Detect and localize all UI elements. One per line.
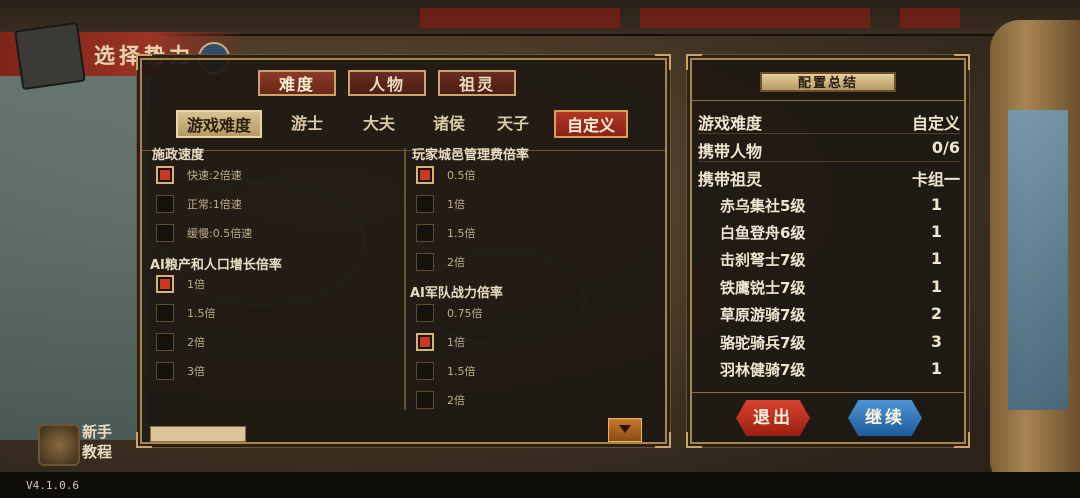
- unit-row: 赤乌集社5级 1: [720, 195, 942, 215]
- unit-row: 铁鹰锐士7级 1: [720, 277, 942, 297]
- checkbox[interactable]: [156, 333, 174, 351]
- subtab-custom[interactable]: 自定义: [554, 110, 628, 138]
- checkbox[interactable]: [156, 362, 174, 380]
- difficulty-subtabs: 游戏难度 游士 大夫 诸侯 天子 自定义: [176, 110, 628, 140]
- unit-row: 白鱼登舟6级 1: [720, 222, 942, 242]
- checkbox-checked[interactable]: [416, 166, 434, 184]
- tutorial-label: 新手 教程: [82, 423, 113, 461]
- checkbox[interactable]: [156, 195, 174, 213]
- scroll-down-icon[interactable]: [608, 418, 642, 442]
- section-ai-growth: AI粮产和人口增长倍率: [150, 258, 282, 273]
- bottom-bar: [0, 472, 1080, 498]
- unit-row: 草原游骑7级 2: [720, 304, 942, 324]
- exit-button[interactable]: 退出: [736, 400, 810, 436]
- checkbox[interactable]: [416, 362, 434, 380]
- map-ocean: [0, 60, 150, 440]
- tab-characters[interactable]: 人物: [348, 70, 426, 96]
- tutorial-icon: [38, 424, 80, 466]
- checkbox-checked[interactable]: [156, 275, 174, 293]
- version-text: V4.1.0.6: [26, 479, 79, 492]
- tab-difficulty[interactable]: 难度: [258, 70, 336, 96]
- checkbox[interactable]: [156, 304, 174, 322]
- map-scroll-decoration: [990, 20, 1080, 490]
- tutorial-button[interactable]: 新手 教程: [34, 418, 134, 468]
- section-policy-speed: 施政速度: [152, 148, 205, 163]
- checkbox-checked[interactable]: [156, 166, 174, 184]
- scroll-icon: [14, 21, 86, 91]
- summary-row-difficulty: 游戏难度 自定义: [698, 114, 960, 134]
- partially-visible-button[interactable]: [150, 426, 246, 442]
- checkbox[interactable]: [416, 224, 434, 242]
- unit-row: 羽林健骑7级 1: [720, 359, 942, 379]
- checkbox[interactable]: [416, 195, 434, 213]
- section-ai-army: AI军队战力倍率: [410, 286, 503, 301]
- column-divider: [404, 148, 406, 410]
- tab-ancestors[interactable]: 祖灵: [438, 70, 516, 96]
- unit-row: 击刹弩士7级 1: [720, 249, 942, 269]
- subtab-youshi[interactable]: 游士: [272, 110, 342, 138]
- subtab-game-difficulty[interactable]: 游戏难度: [176, 110, 262, 138]
- subtab-dafu[interactable]: 大夫: [344, 110, 414, 138]
- summary-title: 配置总结: [760, 72, 896, 92]
- settings-panel: 难度 人物 祖灵 游戏难度 游士 大夫 诸侯 天子 自定义 施政速度 快速:2倍…: [136, 54, 671, 448]
- unit-row: 骆驼骑兵7级 3: [720, 332, 942, 352]
- divider: [692, 392, 964, 393]
- summary-row-characters: 携带人物 0/6: [698, 138, 960, 162]
- checkbox[interactable]: [416, 304, 434, 322]
- checkbox-checked[interactable]: [416, 333, 434, 351]
- continue-button[interactable]: 继续: [848, 400, 922, 436]
- subtab-zhuhou[interactable]: 诸侯: [414, 110, 484, 138]
- summary-panel: 配置总结 游戏难度 自定义 携带人物 0/6 携带祖灵 卡组一 赤乌集社5级 1…: [686, 54, 970, 448]
- checkbox[interactable]: [156, 224, 174, 242]
- top-bar: [0, 0, 1080, 36]
- section-city-fee: 玩家城邑管理费倍率: [412, 148, 530, 163]
- divider: [692, 100, 964, 101]
- subtab-tianzi[interactable]: 天子: [478, 110, 548, 138]
- checkbox[interactable]: [416, 253, 434, 271]
- summary-row-ancestors: 携带祖灵 卡组一: [698, 170, 960, 189]
- checkbox[interactable]: [416, 391, 434, 409]
